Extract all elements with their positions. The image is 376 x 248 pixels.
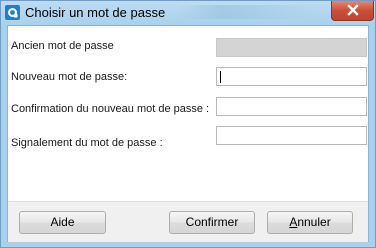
text-caret [220,71,221,83]
title-bar[interactable]: Choisir un mot de passe [1,1,375,25]
close-button[interactable] [331,1,374,21]
cancel-button[interactable]: Annuler [267,211,353,234]
old-password-label: Ancien mot de passe [11,40,114,52]
dialog-window: Choisir un mot de passe Ancien mot de pa… [0,0,376,248]
window-title: Choisir un mot de passe [25,5,166,20]
app-logo-icon [5,5,20,20]
help-button-label: Aide [50,215,75,229]
cancel-button-label: nnuler [297,215,331,229]
title-bar-blur [177,5,327,19]
password-hint-field[interactable] [216,126,367,145]
button-bar: Aide Confirmer Annuler [8,201,368,242]
confirm-password-field[interactable] [216,97,367,116]
close-icon [347,4,359,16]
new-password-label: Nouveau mot de passe: [11,71,128,83]
confirm-password-label: Confirmation du nouveau mot de passe : [11,103,210,115]
new-password-field[interactable] [216,67,367,86]
help-button[interactable]: Aide [19,211,106,234]
confirm-button[interactable]: Confirmer [169,211,255,234]
old-password-field [216,38,367,57]
dialog-body: Ancien mot de passe Nouveau mot de passe… [7,25,369,242]
password-hint-label: Signalement du mot de passe : [11,137,163,149]
confirm-button-label: Confirmer [185,215,239,229]
